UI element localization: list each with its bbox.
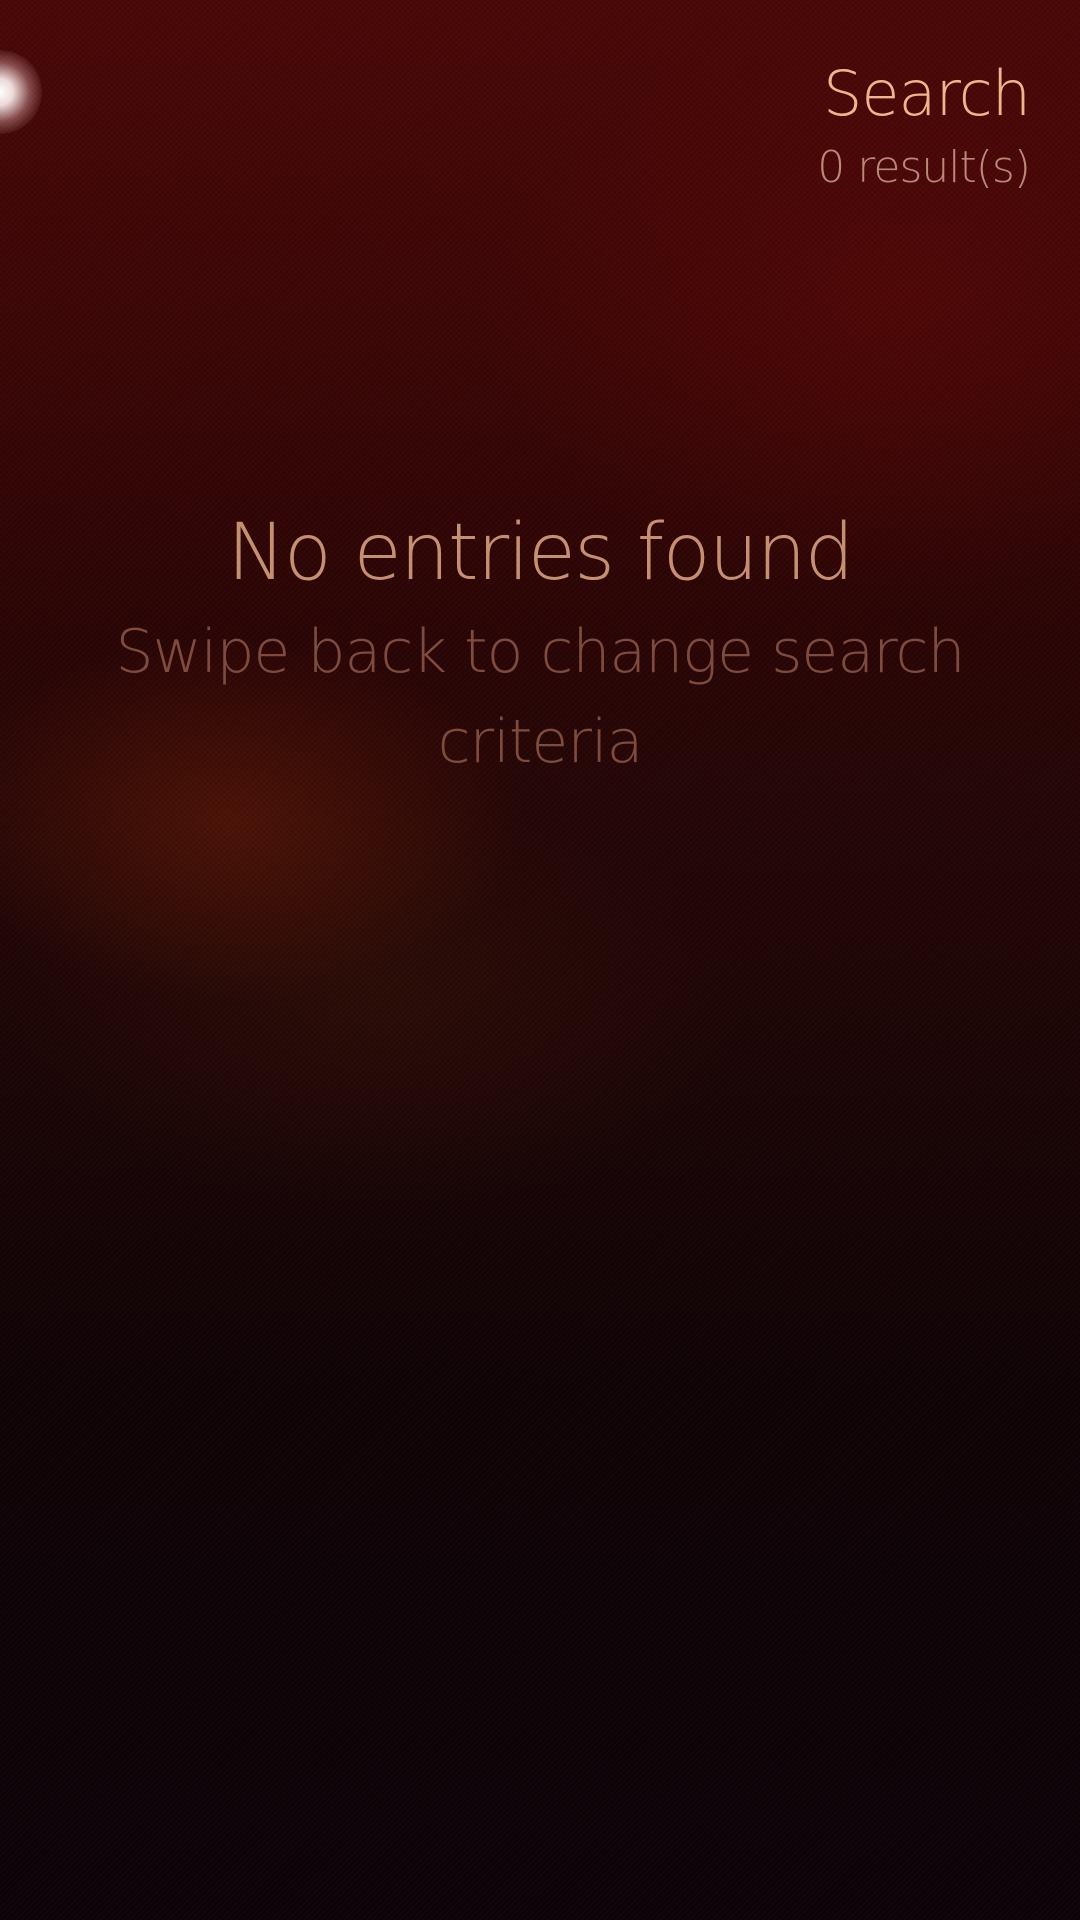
page-title: Search [822, 57, 1031, 130]
result-count: 0 result(s) [817, 142, 1031, 193]
empty-state-hint: Swipe back to change search criteria [115, 617, 966, 777]
pulley-menu-indicator [0, 50, 42, 134]
empty-state: No entries found Swipe back to change se… [60, 505, 1020, 787]
page-header: Search 0 result(s) [817, 56, 1031, 196]
background-texture [0, 0, 1080, 1920]
empty-state-text: No entries found [227, 508, 854, 598]
search-results-page[interactable]: Search 0 result(s) No entries found Swip… [0, 0, 1080, 1920]
